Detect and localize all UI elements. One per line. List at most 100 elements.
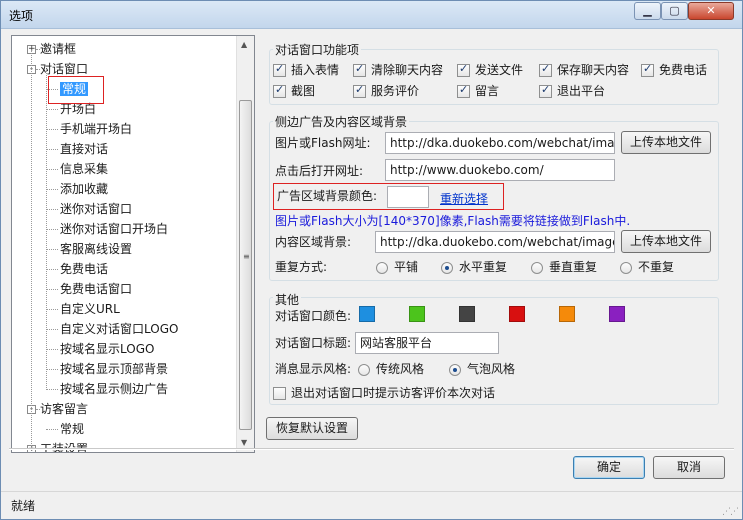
color-swatch[interactable] xyxy=(509,306,525,322)
feature-checkbox[interactable] xyxy=(457,62,470,77)
feature-label: 截图 xyxy=(291,84,316,98)
message-style-option-label: 气泡风格 xyxy=(467,362,516,376)
tree-connector xyxy=(46,289,58,290)
window-title-label: 对话窗口标题: xyxy=(275,336,352,350)
tree-connector xyxy=(46,349,58,350)
restore-defaults-button[interactable]: 恢复默认设置 xyxy=(266,417,358,440)
tree-item-label: 直接对话 xyxy=(60,142,109,156)
tree-connector xyxy=(46,389,58,390)
feature-label: 退出平台 xyxy=(557,84,606,98)
feature-label: 发送文件 xyxy=(475,63,524,77)
feature-label: 免费电话 xyxy=(659,63,708,77)
tree-item[interactable]: 自定义对话窗口LOGO xyxy=(60,320,178,338)
color-swatch[interactable] xyxy=(459,306,475,322)
tree-item[interactable]: 自定义URL xyxy=(60,300,120,318)
feature-checkbox[interactable] xyxy=(353,62,366,77)
feature-checkbox[interactable] xyxy=(273,62,286,77)
cancel-button[interactable]: 取消 xyxy=(653,456,725,479)
tree-connector xyxy=(46,229,58,230)
bg-color-label: 广告区域背景颜色: xyxy=(277,189,378,203)
tree-item[interactable]: 客服离线设置 xyxy=(60,240,132,258)
tree-item[interactable]: 直接对话 xyxy=(60,140,108,158)
options-dialog: 选项 ▁ ▢ ✕ + 邀请框 - 对话窗口 常规 开场白 手机端开场白 直接对话 信息采集 添加收… xyxy=(0,0,743,520)
status-bar: 就绪 ⋰⋰ xyxy=(1,491,742,519)
color-swatch[interactable] xyxy=(359,306,375,322)
tree-item[interactable]: 迷你对话窗口开场白 xyxy=(60,220,168,238)
color-swatch[interactable] xyxy=(559,306,575,322)
tree-item-label: 手机端开场白 xyxy=(60,122,133,136)
repeat-option-label: 平铺 xyxy=(394,260,419,274)
tree-item[interactable]: 添加收藏 xyxy=(60,180,108,198)
tree-item[interactable]: 信息采集 xyxy=(60,160,108,178)
feature-checkbox[interactable] xyxy=(353,83,366,98)
ok-button[interactable]: 确定 xyxy=(573,456,645,479)
reselect-color-link[interactable]: 重新选择 xyxy=(440,190,488,207)
feature-label: 保存聊天内容 xyxy=(557,63,630,77)
repeat-label: 重复方式: xyxy=(275,260,328,274)
minimize-button[interactable]: ▁ xyxy=(634,2,661,20)
size-note: 图片或Flash大小为[140*370]像素,Flash需要将链接做到Flash… xyxy=(275,214,631,228)
feature-checkbox[interactable] xyxy=(641,62,654,77)
bg-color-preview[interactable] xyxy=(387,186,429,208)
tree-item[interactable]: 迷你对话窗口 xyxy=(60,200,132,218)
tree-item[interactable]: 访客留言 xyxy=(40,400,88,418)
window-title-input[interactable]: 网站客服平台 xyxy=(355,332,499,354)
feature-label: 服务评价 xyxy=(371,84,420,98)
tree-item[interactable]: 按域名显示顶部背景 xyxy=(60,360,168,378)
close-button[interactable]: ✕ xyxy=(688,2,734,20)
repeat-radio[interactable] xyxy=(376,262,388,274)
feature-checkbox[interactable] xyxy=(539,83,552,98)
tree-connector xyxy=(46,149,58,150)
scroll-thumb[interactable]: ≡ xyxy=(239,100,252,430)
tree-item-label: 信息采集 xyxy=(60,162,109,176)
resize-grip-icon[interactable]: ⋰⋰ xyxy=(722,507,739,517)
repeat-radio[interactable] xyxy=(620,262,632,274)
tree-item-label: 按域名显示LOGO xyxy=(60,342,155,356)
exit-prompt-checkbox[interactable] xyxy=(273,387,286,400)
scroll-up-arrow-icon[interactable]: ▲ xyxy=(241,40,247,49)
tree-item[interactable]: 工装设置 xyxy=(40,440,88,452)
click-url-label: 点击后打开网址: xyxy=(275,164,364,178)
tree-item-label: 添加收藏 xyxy=(60,182,109,196)
title-bar: 选项 ▁ ▢ ✕ xyxy=(1,1,742,29)
repeat-radio[interactable] xyxy=(441,262,453,274)
tree-item[interactable]: 按域名显示侧边广告 xyxy=(60,380,168,398)
tree-item-label: 按域名显示侧边广告 xyxy=(60,382,169,396)
grip-icon: ≡ xyxy=(243,252,250,261)
tree-item-label: 开场白 xyxy=(60,102,97,116)
tree-connector xyxy=(46,109,58,110)
feature-checkbox[interactable] xyxy=(539,62,552,77)
content-bg-input[interactable]: http://dka.duokebo.com/webchat/images/ xyxy=(375,231,615,253)
feature-checkbox[interactable] xyxy=(273,83,286,98)
separator xyxy=(9,448,734,450)
tree-item-label: 邀请框 xyxy=(40,42,77,56)
tree-item[interactable]: 免费电话 xyxy=(60,260,108,278)
message-style-radio[interactable] xyxy=(358,364,370,376)
tree-item[interactable]: 常规 xyxy=(60,420,84,438)
tree-connector xyxy=(46,189,58,190)
message-style-radio[interactable] xyxy=(449,364,461,376)
image-url-input[interactable]: http://dka.duokebo.com/webchat/images/ xyxy=(385,132,615,154)
feature-checkbox[interactable] xyxy=(457,83,470,98)
tree-item[interactable]: 免费电话窗口 xyxy=(60,280,132,298)
upload-image-button[interactable]: 上传本地文件 xyxy=(621,131,711,154)
tree-item[interactable]: 手机端开场白 xyxy=(60,120,132,138)
scroll-down-arrow-icon[interactable]: ▼ xyxy=(241,438,247,447)
tree-item[interactable]: 邀请框 xyxy=(40,40,76,58)
maximize-button[interactable]: ▢ xyxy=(661,2,688,20)
tree-item-label: 免费电话 xyxy=(60,262,109,276)
repeat-option-label: 水平重复 xyxy=(459,260,508,274)
tree-item-label: 按域名显示顶部背景 xyxy=(60,362,169,376)
tree-connector xyxy=(46,269,58,270)
features-group-title: 对话窗口功能项 xyxy=(273,41,362,58)
feature-label: 清除聊天内容 xyxy=(371,63,444,77)
tree-item-label: 常规 xyxy=(60,422,85,436)
tree-item[interactable]: 按域名显示LOGO xyxy=(60,340,154,358)
upload-content-bg-button[interactable]: 上传本地文件 xyxy=(621,230,711,253)
tree-item-label: 迷你对话窗口 xyxy=(60,202,133,216)
color-swatch[interactable] xyxy=(409,306,425,322)
tree-scrollbar[interactable]: ▲ ≡ ▼ xyxy=(236,36,254,452)
repeat-radio[interactable] xyxy=(531,262,543,274)
click-url-input[interactable]: http://www.duokebo.com/ xyxy=(385,159,615,181)
color-swatch[interactable] xyxy=(609,306,625,322)
